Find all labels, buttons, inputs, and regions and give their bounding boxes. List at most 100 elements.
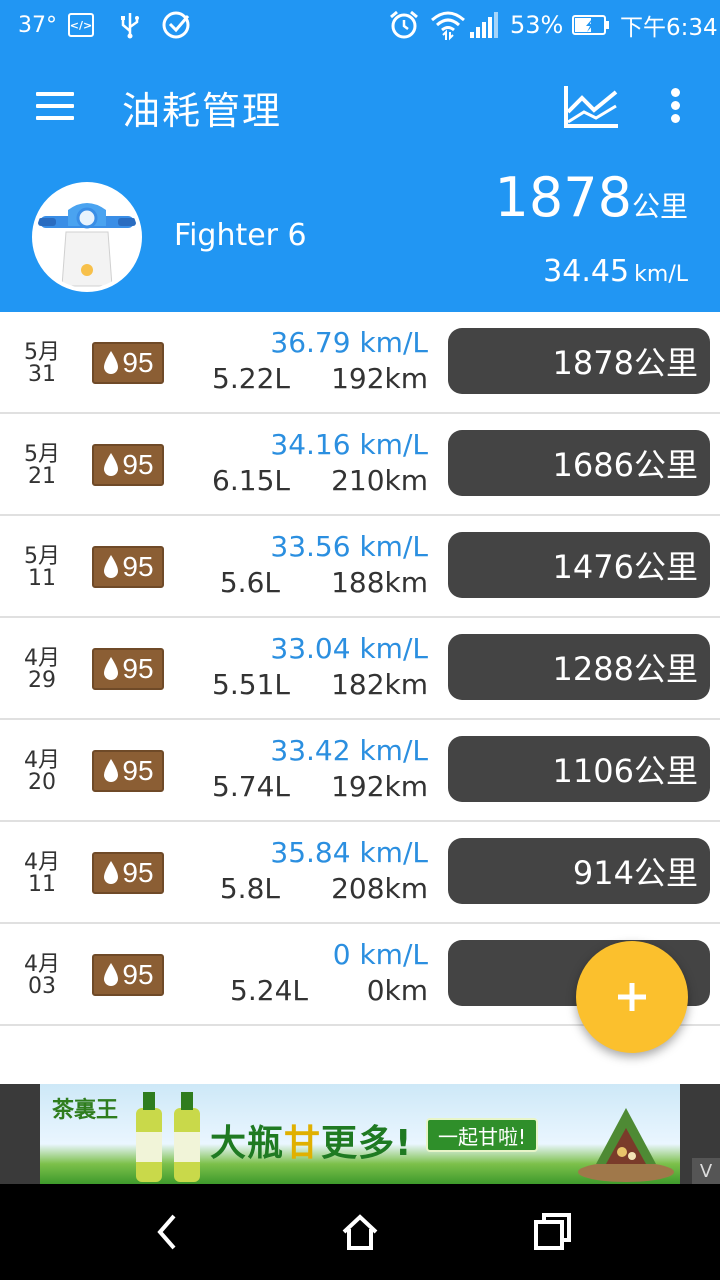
add-record-button[interactable] bbox=[576, 941, 688, 1053]
fuel-grade-badge: 95 bbox=[92, 342, 164, 384]
list-item[interactable]: 4月 11 95 35.84 km/L 5.8L 208km 914公里 bbox=[0, 822, 720, 924]
fuel-grade: 95 bbox=[122, 449, 154, 480]
record-day: 29 bbox=[28, 668, 56, 693]
system-nav-bar bbox=[0, 1184, 720, 1280]
list-item[interactable]: 5月 21 95 34.16 km/L 6.15L 210km 1686公里 bbox=[0, 414, 720, 516]
fuel-grade: 95 bbox=[122, 755, 154, 786]
fuel-liters: 5.22L bbox=[212, 362, 290, 395]
fuel-efficiency: 33.42 km/L bbox=[270, 734, 428, 767]
odometer-pill: 1106公里 bbox=[448, 736, 710, 802]
vehicle-name: Fighter 6 bbox=[174, 218, 307, 253]
rice-dumpling-image bbox=[578, 1108, 674, 1182]
wifi-icon bbox=[430, 0, 466, 50]
total-distance-value: 1878 bbox=[494, 166, 632, 229]
trip-distance: 192km bbox=[331, 770, 428, 803]
odometer-pill: 1476公里 bbox=[448, 532, 710, 598]
record-day: 31 bbox=[28, 362, 56, 387]
vehicle-avatar[interactable] bbox=[32, 182, 142, 292]
battery-text: 53% bbox=[510, 11, 564, 39]
fuel-grade-badge: 95 bbox=[92, 444, 164, 486]
recent-apps-icon[interactable] bbox=[528, 1208, 576, 1256]
average-efficiency-unit: km/L bbox=[634, 262, 688, 287]
fuel-efficiency: 33.04 km/L bbox=[270, 632, 428, 665]
app-bar: 油耗管理 bbox=[0, 50, 720, 160]
fuel-efficiency: 36.79 km/L bbox=[270, 326, 428, 359]
fuel-grade: 95 bbox=[122, 857, 154, 888]
fuel-drop-icon bbox=[104, 351, 119, 374]
plus-icon bbox=[618, 983, 646, 1011]
usb-icon bbox=[118, 0, 142, 50]
page-title: 油耗管理 bbox=[122, 89, 283, 133]
fuel-liters: 5.8L bbox=[219, 872, 280, 905]
ad-slogan-highlight: 甘 bbox=[284, 1123, 322, 1164]
record-day: 21 bbox=[28, 464, 56, 489]
list-item[interactable]: 4月 20 95 33.42 km/L 5.74L 192km 1106公里 bbox=[0, 720, 720, 822]
fuel-grade: 95 bbox=[122, 653, 154, 684]
fuel-liters: 5.51L bbox=[212, 668, 290, 701]
trip-distance: 192km bbox=[331, 362, 428, 395]
trip-distance: 0km bbox=[366, 974, 428, 1007]
fuel-grade-badge: 95 bbox=[92, 648, 164, 690]
odometer-pill: 1878公里 bbox=[448, 328, 710, 394]
refuel-record-list: 5月 31 95 36.79 km/L 5.22L 192km 1878公里 5… bbox=[0, 312, 720, 1026]
fuel-drop-icon bbox=[104, 861, 119, 884]
trip-distance: 210km bbox=[331, 464, 428, 497]
ad-banner[interactable]: 茶裏王 大瓶甘更多! 一起甘啦! bbox=[40, 1084, 680, 1184]
fuel-liters: 6.15L bbox=[212, 464, 290, 497]
trip-distance: 208km bbox=[331, 872, 428, 905]
fuel-grade-badge: 95 bbox=[92, 546, 164, 588]
fuel-liters: 5.6L bbox=[219, 566, 280, 599]
ad-container: 茶裏王 大瓶甘更多! 一起甘啦! V bbox=[0, 1084, 720, 1184]
code-icon: </> bbox=[68, 0, 94, 50]
home-icon[interactable] bbox=[336, 1208, 384, 1256]
signal-icon bbox=[470, 0, 500, 50]
fuel-drop-icon bbox=[104, 759, 119, 782]
fuel-drop-icon bbox=[104, 453, 119, 476]
record-day: 20 bbox=[28, 770, 56, 795]
ad-slogan: 大瓶甘更多! bbox=[210, 1114, 412, 1166]
trip-distance: 188km bbox=[331, 566, 428, 599]
list-item[interactable]: 5月 31 95 36.79 km/L 5.22L 192km 1878公里 bbox=[0, 312, 720, 414]
ad-brand-text: 茶裏王 bbox=[52, 1098, 119, 1123]
fuel-grade: 95 bbox=[122, 347, 154, 378]
trip-distance: 182km bbox=[331, 668, 428, 701]
fuel-grade: 95 bbox=[122, 959, 154, 990]
fuel-efficiency: 35.84 km/L bbox=[270, 836, 428, 869]
ad-close-button[interactable]: V bbox=[692, 1158, 720, 1184]
fuel-grade-badge: 95 bbox=[92, 750, 164, 792]
back-icon[interactable] bbox=[144, 1208, 192, 1256]
list-item[interactable]: 4月 29 95 33.04 km/L 5.51L 182km 1288公里 bbox=[0, 618, 720, 720]
ad-cta-button[interactable]: 一起甘啦! bbox=[426, 1118, 539, 1152]
record-day: 11 bbox=[28, 872, 56, 897]
fuel-drop-icon bbox=[104, 657, 119, 680]
average-efficiency-value: 34.45 bbox=[543, 254, 630, 289]
list-item[interactable]: 5月 11 95 33.56 km/L 5.6L 188km 1476公里 bbox=[0, 516, 720, 618]
fuel-liters: 5.74L bbox=[212, 770, 290, 803]
record-day: 03 bbox=[28, 974, 56, 999]
more-icon[interactable] bbox=[664, 86, 688, 126]
ad-slogan-post: 更多! bbox=[321, 1123, 413, 1164]
fuel-efficiency: 34.16 km/L bbox=[270, 428, 428, 461]
odometer-pill: 1288公里 bbox=[448, 634, 710, 700]
total-distance: 1878公里 bbox=[495, 166, 688, 229]
fuel-efficiency: 0 km/L bbox=[332, 938, 428, 971]
clock-text: 下午6:34 bbox=[620, 15, 718, 41]
menu-icon[interactable] bbox=[36, 92, 76, 120]
chart-icon[interactable] bbox=[562, 82, 622, 132]
fuel-grade-badge: 95 bbox=[92, 954, 164, 996]
vehicle-summary: Fighter 6 1878公里 34.45 km/L bbox=[0, 160, 720, 312]
fuel-drop-icon bbox=[104, 555, 119, 578]
ad-slogan-pre: 大瓶 bbox=[210, 1123, 285, 1164]
fuel-drop-icon bbox=[104, 963, 119, 986]
odometer-pill: 914公里 bbox=[448, 838, 710, 904]
odometer-pill: 1686公里 bbox=[448, 430, 710, 496]
tea-bottle-image bbox=[136, 1092, 200, 1182]
average-efficiency: 34.45 km/L bbox=[543, 254, 688, 289]
status-bar: 37° </> 53% 下午6:34 bbox=[0, 0, 720, 50]
temperature-text: 37° bbox=[18, 12, 57, 38]
fuel-efficiency: 33.56 km/L bbox=[270, 530, 428, 563]
fuel-grade-badge: 95 bbox=[92, 852, 164, 894]
fuel-grade: 95 bbox=[122, 551, 154, 582]
record-day: 11 bbox=[28, 566, 56, 591]
battery-icon bbox=[572, 0, 610, 50]
